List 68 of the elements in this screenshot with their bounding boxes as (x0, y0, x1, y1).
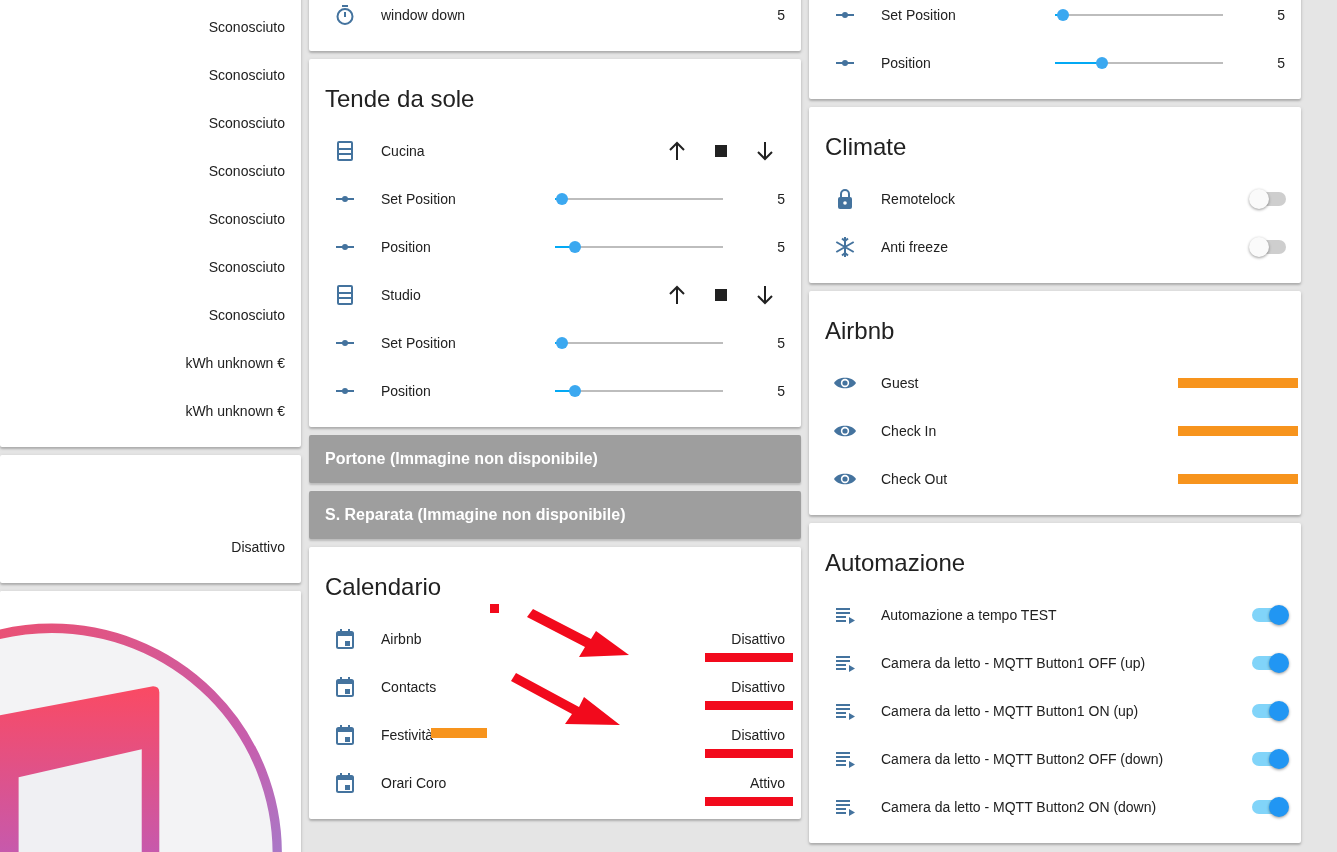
state-value: Disattivo (731, 679, 785, 695)
state-value: Sconosciuto (208, 115, 285, 131)
slider-thumb[interactable] (569, 241, 582, 253)
slider-icon (335, 195, 355, 203)
calendar-icon (333, 627, 357, 651)
slider-thumb[interactable] (1096, 57, 1109, 69)
state-value: Disattivo (731, 631, 785, 647)
entity-name: window down (381, 7, 466, 23)
state-value: Disattivo (231, 539, 285, 555)
slider-icon (835, 11, 855, 19)
card-title: Climate (825, 132, 908, 162)
card-title: Tende da sole (325, 84, 476, 114)
calendar-icon (333, 723, 357, 747)
state-value: Sconosciuto (208, 259, 285, 275)
state-value: Attivo (749, 775, 785, 791)
card-title: Calendario (325, 572, 443, 602)
entity-name: Set Position (381, 191, 456, 207)
state-value: 5 (776, 7, 785, 23)
entity-name: Camera da letto - MQTT Button1 OFF (up) (881, 655, 1146, 671)
slider-icon (335, 339, 355, 347)
entity-name: Remotelock (881, 191, 955, 207)
state-value: 5 (776, 239, 785, 255)
state-value: 5 (776, 383, 785, 399)
slider-thumb[interactable] (1057, 9, 1070, 21)
state-value: 5 (776, 335, 785, 351)
entity-name: Cucina (381, 143, 425, 159)
state-value: 5 (776, 191, 785, 207)
entity-name: Contacts (381, 679, 437, 695)
entity-name: Position (381, 239, 431, 255)
calendar-icon (333, 771, 357, 795)
entity-name: Studio (381, 287, 421, 303)
camera-unavailable-bar: S. Reparata (Immagine non disponibile) (309, 491, 801, 539)
slider-icon (335, 387, 355, 395)
slider-thumb[interactable] (555, 193, 568, 205)
slider-thumb[interactable] (555, 337, 568, 349)
slider-icon (335, 243, 355, 251)
card-title: Airbnb (825, 316, 896, 346)
card-title: Automazione (825, 548, 967, 578)
slider-thumb[interactable] (569, 385, 582, 397)
entity-name: Orari Coro (381, 775, 447, 791)
entity-name: Camera da letto - MQTT Button2 OFF (down) (881, 751, 1164, 767)
calendar-icon (333, 675, 357, 699)
entity-name: Festività (381, 727, 434, 743)
state-value: kWh unknown € (185, 355, 285, 371)
slider-icon (835, 59, 855, 67)
entity-name: Position (881, 55, 931, 71)
entity-name: Anti freeze (881, 239, 948, 255)
entity-name: Guest (881, 375, 919, 391)
snowflake-icon (833, 235, 857, 259)
state-value: 5 (1276, 7, 1285, 23)
state-value: Sconosciuto (208, 307, 285, 323)
state-value: Disattivo (731, 727, 785, 743)
entity-name: Set Position (881, 7, 956, 23)
state-value: Sconosciuto (208, 163, 285, 179)
state-value: Sconosciuto (208, 67, 285, 83)
entity-name: Camera da letto - MQTT Button1 ON (up) (881, 703, 1139, 719)
state-value: 5 (1276, 55, 1285, 71)
entity-name: Automazione a tempo TEST (881, 607, 1057, 623)
entity-name: Position (381, 383, 431, 399)
entity-name: Camera da letto - MQTT Button2 ON (down) (881, 799, 1157, 815)
entity-name: Check Out (881, 471, 948, 487)
entity-name: Airbnb (381, 631, 422, 647)
state-value: Sconosciuto (208, 19, 285, 35)
entity-name: Set Position (381, 335, 456, 351)
entity-name: Check In (881, 423, 937, 439)
state-value: Sconosciuto (208, 211, 285, 227)
state-value: kWh unknown € (185, 403, 285, 419)
camera-unavailable-bar: Portone (Immagine non disponibile) (309, 435, 801, 483)
